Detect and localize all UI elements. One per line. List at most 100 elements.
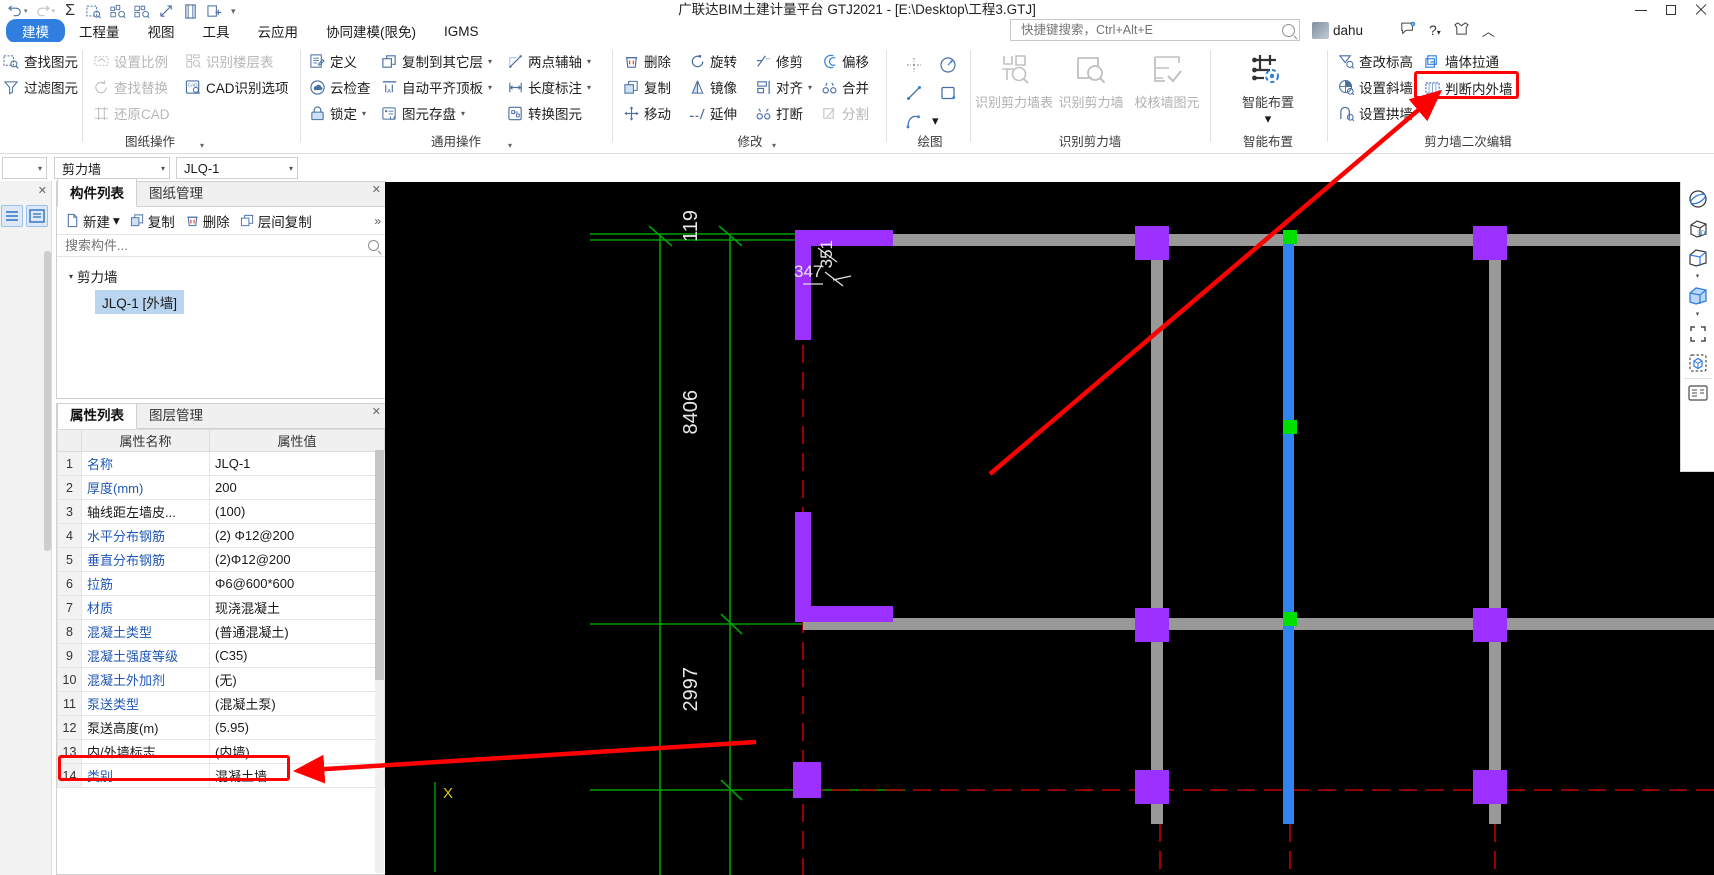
properties-scrollbar[interactable] (375, 450, 384, 873)
collapse-ribbon-icon[interactable]: ︿ (1482, 21, 1495, 40)
chevron-down-icon[interactable]: ▾ (488, 57, 492, 66)
circle-icon[interactable] (932, 52, 964, 78)
dashed-box-icon[interactable] (1684, 320, 1712, 348)
component-select[interactable]: JLQ-1 ▾ (176, 157, 298, 179)
grid-icon[interactable] (107, 1, 129, 21)
ribbon-item-镜像[interactable]: 镜像 (686, 74, 740, 100)
table-row[interactable]: 3 轴线距左墙皮... (100) (57, 499, 385, 524)
properties-panel-close-icon[interactable]: ✕ (372, 405, 381, 418)
chevron-down-icon[interactable]: ▾ (587, 83, 591, 92)
ribbon-item-图元存盘[interactable]: 图元存盘 ▾ (378, 100, 495, 126)
table-row[interactable]: 14 类别 混凝土墙 (57, 763, 385, 788)
shortcut-search-box[interactable] (1010, 19, 1300, 41)
table-row[interactable]: 1 名称 JLQ-1 (57, 451, 385, 476)
add-icon[interactable] (203, 1, 225, 21)
list-view-icon[interactable] (1, 205, 23, 227)
group-expand-caret-icon[interactable]: ▾ (200, 141, 204, 150)
ribbon-item-延伸[interactable]: 延伸 (686, 100, 740, 126)
tab-建模[interactable]: 建模 (6, 19, 65, 43)
list-panel-icon[interactable] (1683, 378, 1712, 406)
tab-协同建模[interactable]: 协同建模(限免) (312, 19, 430, 43)
ribbon-item-查找图元[interactable]: 查找图元 (0, 48, 81, 74)
ribbon-item-查找替换[interactable]: 查找替换 (90, 74, 173, 100)
property-value[interactable]: (100) (209, 499, 385, 524)
table-row[interactable]: 6 拉筋 Φ6@600*600 (57, 571, 385, 596)
copy-between-floor-button[interactable]: 层间复制 (236, 209, 316, 233)
report-icon[interactable] (179, 1, 201, 21)
ribbon-item-对齐[interactable]: 对齐 ▾ (752, 74, 815, 100)
property-value[interactable]: (内墙) (209, 739, 385, 764)
component-search-input[interactable] (63, 237, 368, 254)
ribbon-item-查改标高[interactable]: 查改标高 (1335, 48, 1416, 74)
tab-工程量[interactable]: 工程量 (65, 19, 134, 43)
property-value[interactable]: (2) Φ12@200 (209, 523, 385, 548)
chevron-down-icon[interactable]: ▾ (69, 272, 73, 281)
chevron-down-icon[interactable]: ▾ (1265, 111, 1272, 127)
tab-属性列表[interactable]: 属性列表 (57, 404, 137, 429)
tab-云应用[interactable]: 云应用 (244, 19, 313, 43)
property-value[interactable]: (2)Φ12@200 (209, 547, 385, 572)
new-component-button[interactable]: 新建 ▾ (61, 209, 124, 233)
tree-node-剪力墙[interactable]: ▾ 剪力墙 (69, 265, 385, 287)
layer-icon[interactable] (131, 1, 153, 21)
panel-overflow-icon[interactable]: » (374, 214, 381, 228)
ribbon-item-CAD识别选项[interactable]: CAD CAD识别选项 (182, 74, 292, 100)
ribbon-item-移动[interactable]: 移动 (620, 100, 674, 126)
table-row[interactable]: 9 混凝土强度等级 (C35) (57, 643, 385, 668)
ribbon-item-设置比例[interactable]: 设置比例 (90, 48, 173, 74)
close-button[interactable] (1694, 3, 1708, 17)
ribbon-item-识别楼层表[interactable]: 识别楼层表 (182, 48, 292, 74)
copy-component-button[interactable]: 复制 (126, 209, 179, 233)
chevron-down-icon[interactable]: ▾ (113, 213, 120, 229)
table-row[interactable]: 7 材质 现浇混凝土 (57, 595, 385, 620)
tree-item-JLQ-1[interactable]: JLQ-1 [外墙] (95, 290, 185, 314)
property-value[interactable]: 混凝土墙 (209, 763, 385, 788)
sum-icon[interactable]: Σ (59, 1, 81, 21)
property-value[interactable]: 200 (209, 475, 385, 500)
tab-视图[interactable]: 视图 (134, 19, 189, 43)
table-row[interactable]: 5 垂直分布钢筋 (2)Φ12@200 (57, 547, 385, 572)
more-icon[interactable]: ▾ (231, 6, 236, 17)
redo-icon[interactable] (32, 1, 54, 21)
ribbon-big-校核墙图元[interactable]: 校核墙图元 (1129, 44, 1205, 111)
group-expand-caret-icon[interactable]: ▾ (508, 141, 512, 150)
property-value[interactable]: Φ6@600*600 (209, 571, 385, 596)
tab-igms[interactable]: IGMS (430, 22, 493, 41)
ribbon-item-过滤图元[interactable]: 过滤图元 (0, 74, 81, 100)
delete-component-button[interactable]: 删除 (181, 209, 234, 233)
ribbon-item-判断内外墙[interactable]: 判断内外墙 (1421, 75, 1516, 101)
user-account[interactable]: dahu (1312, 18, 1363, 42)
measure-icon[interactable] (155, 1, 177, 21)
ribbon-big-识别剪力墙表[interactable]: 识别剪力墙表 (975, 44, 1053, 111)
table-row[interactable]: 4 水平分布钢筋 (2) Φ12@200 (57, 523, 385, 548)
chevron-down-icon[interactable]: ▾ (808, 83, 812, 92)
line-icon[interactable] (898, 80, 930, 106)
chevron-down-icon[interactable]: ▾ (38, 164, 42, 173)
point-icon[interactable] (898, 52, 930, 78)
cad-canvas[interactable]: X 119 8406 2997 351 347 (385, 182, 1714, 875)
3d-view-icon[interactable]: 3D (1684, 215, 1712, 243)
ribbon-item-旋转[interactable]: 旋转 (686, 48, 740, 74)
component-search-box[interactable] (57, 234, 385, 257)
table-row-inner-outer-wall-flag[interactable]: 13 内/外墙标志 (内墙) (57, 739, 385, 764)
ribbon-item-长度标注[interactable]: 长度标注 ▾ (504, 74, 594, 100)
ribbon-item-两点辅轴[interactable]: 两点辅轴 ▾ (504, 48, 594, 74)
chevron-down-icon[interactable]: ▾ (161, 164, 165, 173)
ribbon-item-设置拱墙[interactable]: 设置拱墙 (1335, 100, 1416, 126)
category-select[interactable]: 剪力墙 ▾ (54, 157, 170, 179)
chevron-down-icon[interactable]: ▾ (1696, 273, 1700, 281)
ribbon-item-打断[interactable]: 打断 (752, 100, 815, 126)
property-value[interactable]: (无) (209, 667, 385, 692)
table-row[interactable]: 8 混凝土类型 (普通混凝土) (57, 619, 385, 644)
ribbon-item-自动平齐顶板[interactable]: A 自动平齐顶板 ▾ (378, 74, 495, 100)
search-input[interactable] (1019, 22, 1282, 38)
ribbon-item-云检查[interactable]: 云检查 (306, 74, 374, 100)
chevron-down-icon[interactable]: ▾ (1696, 311, 1700, 319)
property-value[interactable]: (C35) (209, 643, 385, 668)
properties-scrollbar-thumb[interactable] (375, 450, 384, 680)
box-filled-icon[interactable] (1684, 282, 1712, 310)
left-strip-close-icon[interactable]: ✕ (38, 184, 47, 197)
group-expand-caret-icon[interactable]: ▾ (772, 141, 776, 150)
ribbon-item-还原CAD[interactable]: 还原CAD (90, 100, 173, 126)
ribbon-item-设置斜墙[interactable]: 设置斜墙 (1335, 74, 1416, 100)
